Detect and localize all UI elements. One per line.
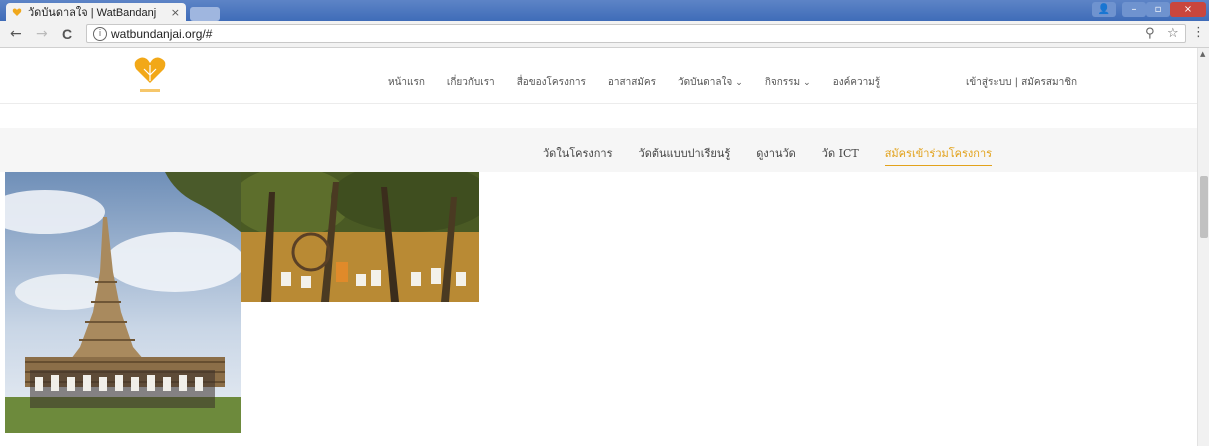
- nav-item-about[interactable]: เกี่ยวกับเรา: [447, 75, 495, 90]
- scroll-up-arrow-icon[interactable]: ▲: [1200, 50, 1205, 58]
- browser-menu-icon[interactable]: ⋮: [1192, 25, 1205, 40]
- forward-button[interactable]: →: [36, 25, 48, 43]
- nav-item-home[interactable]: หน้าแรก: [388, 75, 425, 90]
- nav-item-label: กิจกรรม: [764, 77, 801, 88]
- chevron-down-icon: ⌄: [803, 78, 811, 88]
- user-icon: 👤: [1097, 4, 1111, 15]
- tab-close-icon[interactable]: ×: [171, 6, 180, 19]
- reload-button[interactable]: C: [62, 25, 72, 43]
- url-text[interactable]: watbundanjai.org/#: [111, 27, 212, 41]
- site-header: หน้าแรก เกี่ยวกับเรา สื่อของโครงการ อาสา…: [0, 48, 1197, 104]
- browser-tab[interactable]: วัดบันดาลใจ | WatBandanj ×: [6, 3, 186, 21]
- new-tab-button[interactable]: [190, 7, 220, 21]
- nav-item-watbandanjai[interactable]: วัดบันดาลใจ ⌄: [678, 75, 743, 90]
- chevron-down-icon: ⌄: [735, 78, 743, 88]
- heart-logo-icon: [12, 8, 22, 16]
- nav-item-activities[interactable]: กิจกรรม ⌄: [765, 75, 811, 90]
- nav-item-knowledge[interactable]: องค์ความรู้: [833, 75, 880, 90]
- browser-titlebar: วัดบันดาลใจ | WatBandanj × 👤 – ▫ ×: [0, 0, 1209, 21]
- temple-stupa-photo: [5, 172, 241, 433]
- user-profile-button[interactable]: 👤: [1092, 2, 1116, 17]
- back-button[interactable]: ←: [10, 25, 22, 43]
- nav-item-media[interactable]: สื่อของโครงการ: [517, 75, 586, 90]
- close-window-button[interactable]: ×: [1170, 2, 1206, 17]
- login-register-link[interactable]: เข้าสู่ระบบ | สมัครสมาชิก: [966, 75, 1077, 90]
- forest-meditation-photo: [241, 172, 479, 302]
- bookmark-star-icon[interactable]: ☆: [1167, 26, 1179, 41]
- zoom-icon[interactable]: ⚲: [1145, 26, 1155, 41]
- minimize-icon: –: [1131, 4, 1137, 15]
- sub-nav: วัดในโครงการ วัดต้นแบบปาเรียนรู้ ดูงานวั…: [543, 144, 1018, 166]
- subnav-item-ict[interactable]: วัด ICT: [822, 144, 859, 166]
- nav-item-volunteer[interactable]: อาสาสมัคร: [608, 75, 656, 90]
- address-bar[interactable]: i watbundanjai.org/# ⚲ ☆: [86, 24, 1186, 43]
- site-logo[interactable]: [130, 53, 170, 99]
- minimize-button[interactable]: –: [1122, 2, 1146, 17]
- browser-toolbar: ← → C i watbundanjai.org/# ⚲ ☆ ⋮: [0, 21, 1209, 48]
- subnav-item-temples[interactable]: วัดในโครงการ: [543, 144, 613, 166]
- main-nav: หน้าแรก เกี่ยวกับเรา สื่อของโครงการ อาสา…: [388, 75, 902, 90]
- page-scrollbar[interactable]: ▲: [1197, 48, 1209, 446]
- tab-title: วัดบันดาลใจ | WatBandanj: [28, 7, 157, 19]
- maximize-icon: ▫: [1154, 4, 1162, 15]
- scrollbar-thumb[interactable]: [1200, 176, 1208, 238]
- nav-item-label: วัดบันดาลใจ: [678, 77, 733, 88]
- maximize-button[interactable]: ▫: [1146, 2, 1170, 17]
- subnav-item-study-visit[interactable]: ดูงานวัด: [756, 144, 796, 166]
- close-icon: ×: [1183, 4, 1193, 15]
- subnav-item-apply[interactable]: สมัครเข้าร่วมโครงการ: [884, 144, 993, 166]
- info-icon[interactable]: i: [93, 27, 107, 41]
- subnav-item-model-temples[interactable]: วัดต้นแบบปาเรียนรู้: [639, 144, 731, 166]
